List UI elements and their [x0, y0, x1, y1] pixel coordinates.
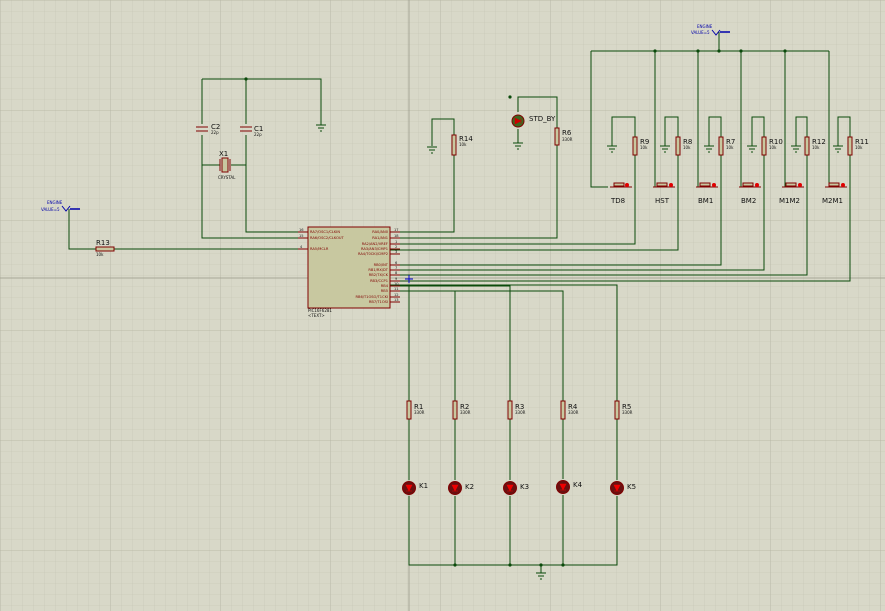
svg-text:2: 2	[395, 245, 397, 249]
led-label: STD_BY	[529, 115, 556, 123]
svg-text:M2M1: M2M1	[822, 197, 843, 205]
svg-text:3: 3	[395, 250, 397, 254]
svg-text:330R: 330R	[460, 410, 471, 415]
svg-text:K3: K3	[520, 483, 529, 491]
svg-text:K5: K5	[627, 483, 636, 491]
svg-text:10k: 10k	[640, 145, 648, 150]
microcontroller-pic16f628[interactable]: 16 15 4 RA7/OSC1/CLKIN RA6/OSC2/CLKOUT R…	[298, 226, 400, 318]
svg-text:K1: K1	[419, 482, 428, 490]
svg-text:330R: 330R	[568, 410, 579, 415]
svg-text:7: 7	[395, 266, 397, 270]
svg-text:K2: K2	[465, 483, 474, 491]
svg-text:RB4: RB4	[381, 284, 389, 288]
svg-text:RA2/AN2/VREF: RA2/AN2/VREF	[362, 242, 388, 246]
svg-text:18: 18	[394, 234, 399, 238]
svg-text:RB3/CCP1: RB3/CCP1	[370, 279, 388, 283]
svg-text:16: 16	[299, 228, 304, 232]
svg-text:17: 17	[394, 228, 399, 232]
mcu-text-placeholder: <TEXT>	[308, 313, 325, 318]
resistor-value: 10k	[459, 142, 467, 147]
svg-text:RA3/AN3/CMP1: RA3/AN3/CMP1	[361, 247, 388, 251]
svg-text:RA5/MCLR: RA5/MCLR	[310, 247, 329, 251]
svg-text:12: 12	[394, 293, 399, 297]
svg-text:RA1/AN1: RA1/AN1	[372, 236, 388, 240]
svg-text:10k: 10k	[812, 145, 820, 150]
svg-text:BM2: BM2	[741, 197, 756, 205]
svg-text:11: 11	[394, 287, 399, 291]
svg-text:RA0/AN0: RA0/AN0	[372, 230, 388, 234]
svg-text:10k: 10k	[769, 145, 777, 150]
svg-text:15: 15	[299, 234, 304, 238]
crystal-label: X1	[219, 150, 228, 158]
svg-text:M1M2: M1M2	[779, 197, 800, 205]
svg-text:K4: K4	[573, 481, 583, 489]
svg-text:RB0/INT: RB0/INT	[374, 263, 389, 267]
grid-background	[0, 0, 885, 611]
svg-text:BM1: BM1	[698, 197, 713, 205]
svg-text:330R: 330R	[622, 410, 633, 415]
svg-text:10k: 10k	[855, 145, 863, 150]
svg-text:330R: 330R	[515, 410, 526, 415]
svg-text:1: 1	[395, 240, 397, 244]
svg-text:RA4/T0CKI/CMP2: RA4/T0CKI/CMP2	[358, 252, 388, 256]
crystal-type: CRYSTAL	[218, 175, 236, 180]
schematic-canvas[interactable]: ENGINE VALUE=5 ENGINE VALUE=5 C2 22p C1 …	[0, 0, 885, 611]
resistor-value: 330R	[562, 137, 573, 142]
resistor-value: 10k	[96, 252, 104, 257]
resistor-label: R13	[96, 239, 110, 247]
svg-text:10k: 10k	[683, 145, 691, 150]
capacitor-value: 22p	[254, 132, 262, 137]
terminal-value: VALUE=5	[691, 30, 710, 35]
svg-text:RA7/OSC1/CLKIN: RA7/OSC1/CLKIN	[310, 230, 340, 234]
terminal-name: ENGINE	[47, 200, 63, 205]
svg-text:13: 13	[394, 298, 399, 302]
svg-text:HST: HST	[655, 197, 670, 205]
svg-text:RB7/T1OSI: RB7/T1OSI	[369, 300, 388, 304]
svg-text:RB2/TX/CK: RB2/TX/CK	[369, 273, 389, 277]
capacitor-value: 22p	[211, 130, 219, 135]
svg-text:10: 10	[394, 282, 399, 286]
svg-text:RB5: RB5	[381, 289, 388, 293]
svg-text:RB1/RX/DT: RB1/RX/DT	[368, 268, 388, 272]
svg-text:TD8: TD8	[610, 197, 625, 205]
svg-text:10k: 10k	[726, 145, 734, 150]
svg-text:RB6/T1OSO/T1CKI: RB6/T1OSO/T1CKI	[356, 295, 389, 299]
resistor-label: R6	[562, 129, 572, 137]
svg-text:330R: 330R	[414, 410, 425, 415]
svg-text:RA6/OSC2/CLKOUT: RA6/OSC2/CLKOUT	[310, 236, 345, 240]
terminal-value: VALUE=5	[41, 207, 60, 212]
terminal-name: ENGINE	[697, 24, 713, 29]
